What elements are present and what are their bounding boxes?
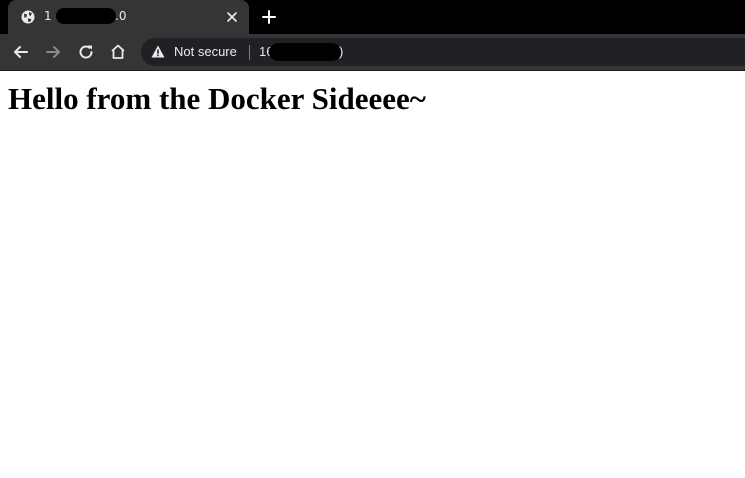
page-viewport: Hello from the Docker Sideeee~ <box>0 71 745 478</box>
address-bar[interactable]: Not secure 16 ) <box>141 38 745 66</box>
reload-button[interactable] <box>77 43 95 61</box>
url-redaction <box>269 43 341 61</box>
warning-icon[interactable] <box>151 45 165 58</box>
forward-button[interactable] <box>44 43 62 61</box>
back-button[interactable] <box>12 43 30 61</box>
tab-title-start: 1 <box>44 9 52 23</box>
home-button[interactable] <box>109 43 127 61</box>
page-heading: Hello from the Docker Sideeee~ <box>8 81 426 116</box>
browser-toolbar: Not secure 16 ) <box>0 34 745 71</box>
url-text-end: ) <box>339 44 344 59</box>
new-tab-button[interactable] <box>261 9 277 25</box>
omnibox-divider <box>249 45 250 60</box>
close-icon[interactable] <box>226 11 238 23</box>
tab-strip: 1 .0 <box>0 0 745 34</box>
tab-title-end: .0 <box>115 9 127 23</box>
security-status-label[interactable]: Not secure <box>174 44 237 59</box>
browser-tab[interactable]: 1 .0 <box>8 0 249 34</box>
globe-icon <box>21 10 35 24</box>
tab-title-redaction <box>56 8 116 24</box>
